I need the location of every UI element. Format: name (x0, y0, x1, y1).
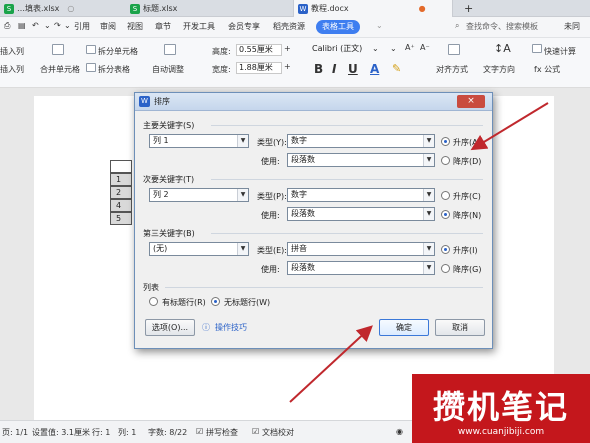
annotation-arrows (289, 102, 549, 403)
arrow-to-ascending (470, 102, 549, 151)
arrow-to-ok-button (289, 325, 373, 403)
